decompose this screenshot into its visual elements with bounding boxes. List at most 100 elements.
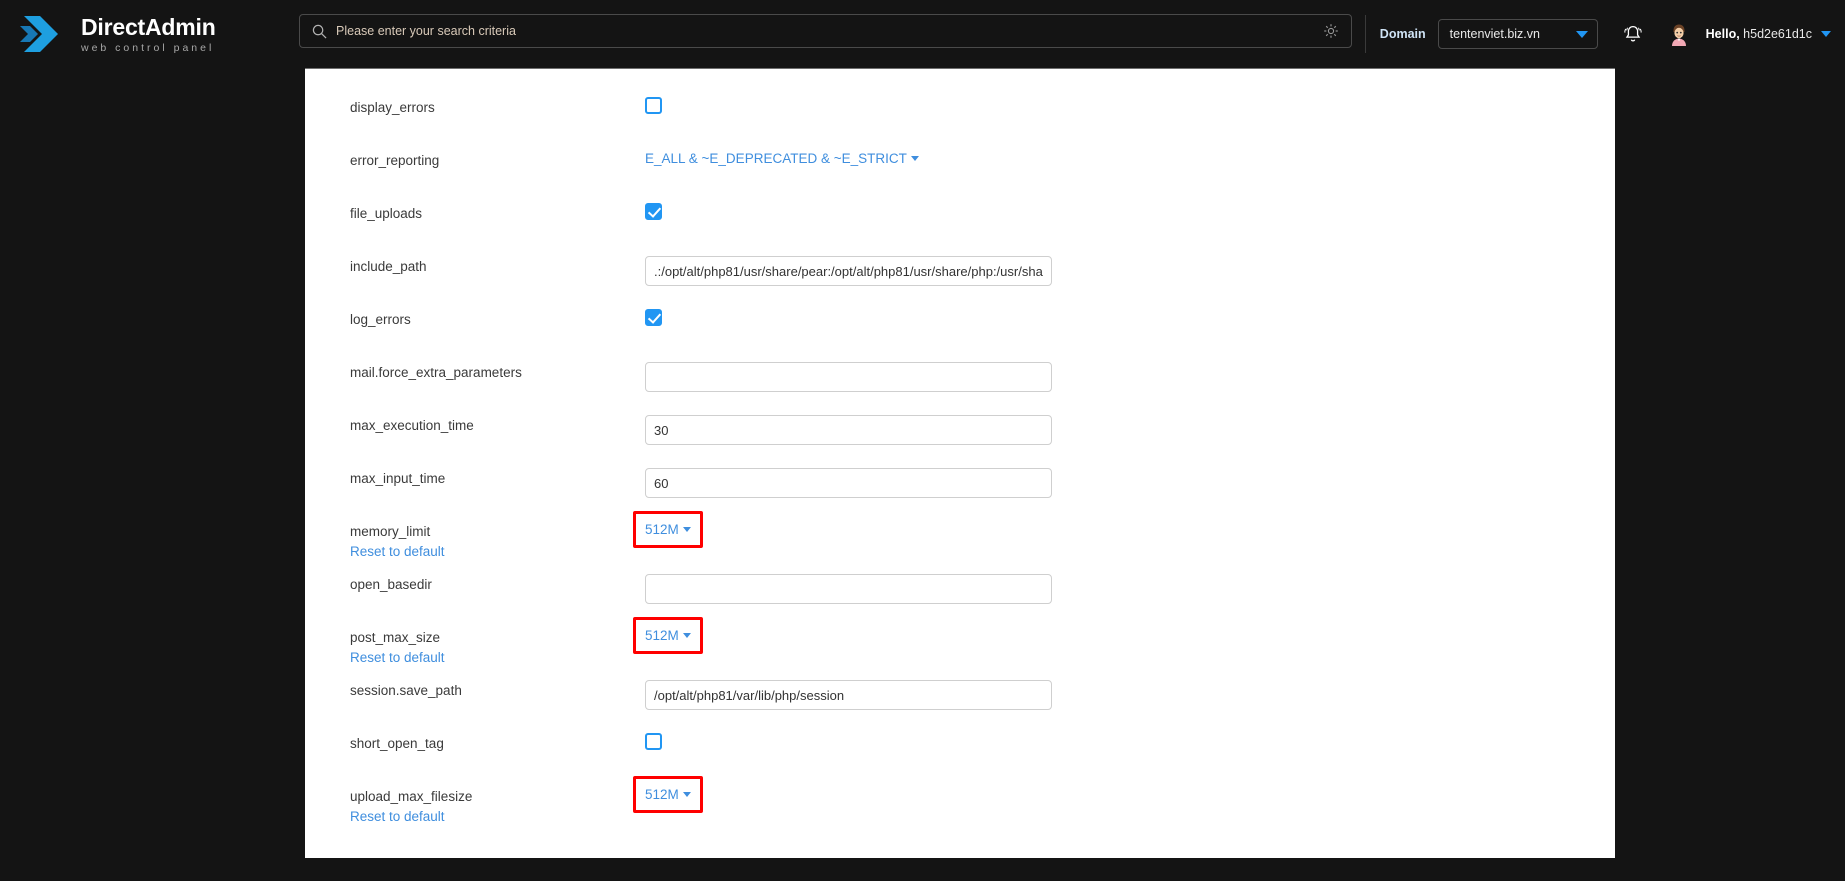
setting-control <box>645 733 1615 755</box>
php-settings-form: allow_url_fopen display_errors error_repor… <box>305 68 1615 839</box>
setting-control <box>645 362 1615 392</box>
setting-row: error_reporting E_ALL & ~E_DEPRECATED & ~… <box>305 150 1615 203</box>
chevron-down-icon[interactable] <box>1821 31 1831 37</box>
reset-to-default-link[interactable]: Reset to default <box>350 544 645 561</box>
header-right-controls: Domain tentenviet.biz.vn Hello, h5d2e61d… <box>1361 0 1845 68</box>
setting-label: file_uploads <box>305 203 645 223</box>
setting-label: open_basedir <box>305 574 645 594</box>
setting-name: mail.force_extra_parameters <box>350 365 522 380</box>
setting-row: mail.force_extra_parameters <box>305 362 1615 415</box>
setting-label: memory_limit Reset to default <box>305 521 645 561</box>
setting-control <box>645 468 1615 498</box>
dropdown-value: E_ALL & ~E_DEPRECATED & ~E_STRICT <box>645 151 907 166</box>
reset-to-default-link[interactable]: Reset to default <box>350 650 645 667</box>
chevron-down-icon <box>910 156 919 161</box>
setting-row: allow_url_fopen <box>305 68 1615 97</box>
setting-name: include_path <box>350 259 427 274</box>
text-input[interactable] <box>645 415 1052 445</box>
dropdown-value: 512M <box>645 628 679 643</box>
dropdown-value: 512M <box>645 522 679 537</box>
setting-label: short_open_tag <box>305 733 645 753</box>
setting-label: mail.force_extra_parameters <box>305 362 645 382</box>
reset-to-default-link[interactable]: Reset to default <box>350 809 645 826</box>
dropdown-value: 512M <box>645 787 679 802</box>
setting-control: E_ALL & ~E_DEPRECATED & ~E_STRICT <box>645 150 1615 168</box>
dropdown-toggle[interactable]: E_ALL & ~E_DEPRECATED & ~E_STRICT <box>645 151 919 166</box>
setting-control <box>645 203 1615 225</box>
setting-name: error_reporting <box>350 153 440 168</box>
setting-label: upload_max_filesize Reset to default <box>305 786 645 826</box>
user-greeting[interactable]: Hello, h5d2e61d1c <box>1706 27 1812 41</box>
dropdown-toggle[interactable]: 512M <box>645 522 691 537</box>
setting-label: error_reporting <box>305 150 645 170</box>
setting-row: upload_max_filesize Reset to default 512M <box>305 776 1615 839</box>
setting-name: file_uploads <box>350 206 423 221</box>
setting-row: session.save_path <box>305 680 1615 733</box>
setting-row: memory_limit Reset to default 512M <box>305 511 1615 574</box>
user-avatar-icon[interactable] <box>1666 21 1692 47</box>
brand-logo-area[interactable]: DirectAdmin web control panel <box>18 12 268 56</box>
setting-name: short_open_tag <box>350 736 444 751</box>
setting-control: 512M <box>633 617 1615 654</box>
checkbox-unchecked[interactable] <box>645 97 662 114</box>
header-divider <box>1364 15 1366 53</box>
gear-icon[interactable] <box>1323 23 1339 39</box>
setting-row: max_execution_time <box>305 415 1615 468</box>
setting-row: include_path <box>305 256 1615 309</box>
setting-row: file_uploads <box>305 203 1615 256</box>
text-input[interactable] <box>645 574 1052 604</box>
bell-icon[interactable] <box>1622 23 1644 45</box>
setting-name: allow_url_fopen <box>350 68 445 69</box>
setting-row: post_max_size Reset to default 512M <box>305 617 1615 680</box>
dropdown-toggle[interactable]: 512M <box>645 787 691 802</box>
setting-row: display_errors <box>305 97 1615 150</box>
brand-text: DirectAdmin web control panel <box>81 14 216 54</box>
text-input[interactable] <box>645 362 1052 392</box>
dropdown-toggle[interactable]: 512M <box>645 628 691 643</box>
setting-control <box>645 256 1615 286</box>
brand-title: DirectAdmin <box>81 14 216 41</box>
setting-label: post_max_size Reset to default <box>305 627 645 667</box>
text-input[interactable] <box>645 680 1052 710</box>
username: h5d2e61d1c <box>1743 27 1812 41</box>
text-input[interactable] <box>645 256 1052 286</box>
setting-label: max_execution_time <box>305 415 645 435</box>
setting-name: open_basedir <box>350 577 432 592</box>
text-input[interactable] <box>645 468 1052 498</box>
top-navigation-bar: DirectAdmin web control panel Please ent… <box>0 0 1845 68</box>
setting-label: log_errors <box>305 309 645 329</box>
setting-row: open_basedir <box>305 574 1615 627</box>
setting-control: 512M <box>633 776 1615 813</box>
brand-subtitle: web control panel <box>81 42 215 55</box>
setting-control <box>645 680 1615 710</box>
checkbox-checked[interactable] <box>645 309 662 326</box>
greeting-prefix: Hello, <box>1705 27 1740 41</box>
setting-row: short_open_tag <box>305 733 1615 786</box>
setting-name: session.save_path <box>350 683 462 698</box>
php-settings-panel: allow_url_fopen display_errors error_repor… <box>305 68 1615 858</box>
setting-name: max_execution_time <box>350 418 474 433</box>
setting-control <box>645 97 1615 119</box>
domain-label: Domain <box>1379 27 1426 41</box>
setting-control <box>645 309 1615 331</box>
domain-selector[interactable]: tentenviet.biz.vn <box>1437 19 1598 49</box>
setting-label: display_errors <box>305 97 645 117</box>
search-input[interactable] <box>336 24 1323 38</box>
setting-name: upload_max_filesize <box>350 789 473 804</box>
checkbox-checked[interactable] <box>645 203 662 220</box>
setting-label: max_input_time <box>305 468 645 488</box>
domain-selected-value: tentenviet.biz.vn <box>1449 27 1540 41</box>
page-body: allow_url_fopen display_errors error_repor… <box>0 68 1845 881</box>
setting-label: include_path <box>305 256 645 276</box>
setting-control <box>645 69 1615 73</box>
setting-label: allow_url_fopen <box>305 68 645 71</box>
setting-name: post_max_size <box>350 630 441 645</box>
chevron-down-icon <box>682 527 691 532</box>
setting-label: session.save_path <box>305 680 645 700</box>
setting-control: 512M <box>633 511 1615 548</box>
setting-control <box>645 415 1615 445</box>
setting-name: log_errors <box>350 312 411 327</box>
checkbox-unchecked[interactable] <box>645 733 662 750</box>
setting-name: display_errors <box>350 100 435 115</box>
global-search-bar[interactable] <box>299 14 1352 48</box>
